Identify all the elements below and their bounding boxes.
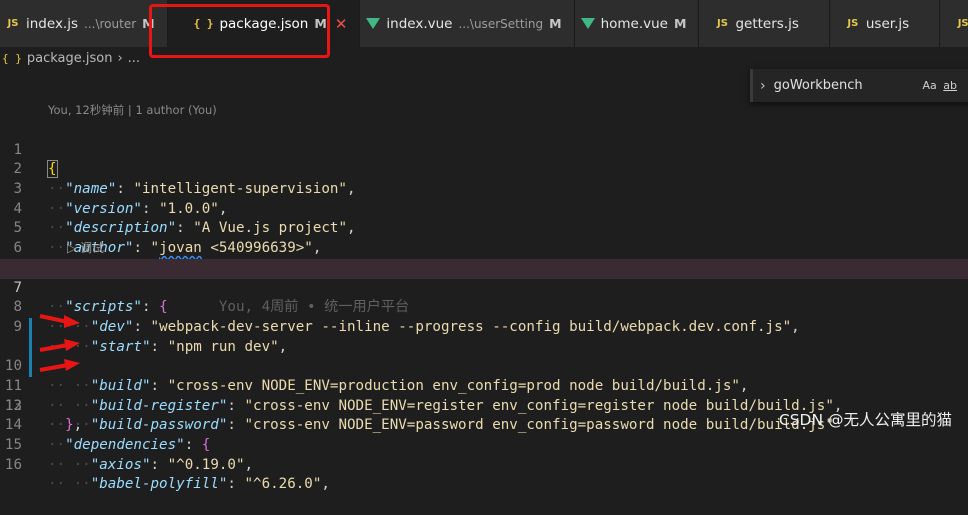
code-line: 11 ·· ··"build-register": "cross-env NOD… (0, 337, 968, 414)
tab-label: index.vue (386, 15, 453, 32)
code-line: 3 ··"version": "1.0.0", (0, 160, 968, 217)
code-line: 16 ·· ··"babel-polyfill": "^6.26.0", (0, 436, 968, 493)
find-options: Aa ab (923, 79, 958, 92)
json-file-icon: { } (2, 51, 22, 65)
code-editor[interactable]: 1 { 2 ··"name": "intelligent-supervision… (0, 121, 968, 493)
editor-tab-bar: JS index.js ...\router M { } package.jso… (0, 0, 968, 47)
find-input[interactable]: goWorkbench (774, 78, 863, 93)
tab-getters-js[interactable]: JS getters.js (699, 0, 830, 47)
tab-index-vue[interactable]: index.vue ...\userSetting M (360, 0, 575, 47)
code-line: 12 ·· ··"build-password": "cross-env NOD… (0, 357, 968, 433)
code-line: 10 ·· ··"build": "cross-env NODE_ENV=pro… (0, 317, 968, 394)
match-case-toggle[interactable]: Aa (923, 79, 937, 92)
json-key: "axios" (90, 456, 151, 473)
js-file-icon: JS (7, 18, 19, 29)
vue-file-icon (366, 18, 381, 29)
code-line: 8 ·· ··"dev": "webpack-dev-server --inli… (0, 279, 968, 335)
tab-label: index.js (26, 15, 79, 32)
code-line: 13 ··}, (0, 377, 968, 434)
tab-label: home.vue (600, 15, 668, 32)
code-line: 5 ··"author": "jovan <540996639>", (0, 200, 968, 256)
close-icon[interactable]: ✕ (335, 15, 348, 33)
find-widget: › goWorkbench Aa ab (750, 69, 968, 102)
breadcrumb-separator: › (117, 50, 123, 66)
modified-indicator: M (673, 16, 687, 31)
code-line: 4 ··"description": "A Vue.js project", (0, 180, 968, 237)
breadcrumb-file[interactable]: package.json (27, 51, 113, 66)
modified-indicator: M (549, 16, 562, 31)
js-file-icon: JS (847, 18, 859, 29)
codelens-author[interactable]: You, 12秒钟前 | 1 author (You) (48, 102, 217, 118)
code-line: 6 ··"private": true, (0, 219, 968, 276)
chevron-right-icon[interactable]: › (760, 78, 766, 94)
debug-codelens[interactable]: ▷ 调试 (0, 239, 968, 259)
code-line: 9 ·· ··"start": "npm run dev", (0, 298, 968, 355)
git-modified-gutter[interactable] (29, 337, 32, 358)
code-line: 2 ··"name": "intelligent-supervision", (0, 141, 968, 197)
tab-overflow[interactable]: JS c (940, 0, 968, 47)
js-file-icon: JS (716, 18, 728, 29)
code-line-current: 7 ··"scripts": { You, 4周前 • 统一用户平台 (0, 258, 968, 315)
vue-file-icon (580, 18, 595, 29)
git-modified-gutter[interactable] (29, 317, 32, 338)
git-modified-gutter[interactable] (29, 357, 32, 377)
breadcrumb-more[interactable]: ... (128, 51, 140, 66)
tab-description: ...\userSetting (458, 16, 544, 31)
json-key: "babel-polyfill" (90, 476, 228, 493)
match-whole-word-toggle[interactable]: ab (943, 79, 957, 92)
code-line: 1 { (0, 121, 968, 179)
tab-user-js[interactable]: JS user.js (829, 0, 941, 47)
breadcrumb: { } package.json › ... (0, 47, 968, 69)
tab-description: ...\router (84, 16, 137, 31)
tab-label: getters.js (735, 15, 799, 32)
tab-index-js[interactable]: JS index.js ...\router M (0, 0, 168, 47)
json-value: "^6.26.0" (244, 476, 322, 493)
line-number: 16 (4, 456, 22, 473)
json-value: "^0.19.0" (167, 456, 245, 473)
js-file-icon: JS (957, 18, 968, 29)
tab-label: user.js (865, 15, 910, 32)
tab-home-vue[interactable]: home.vue M (574, 0, 700, 47)
watermark: CSDN @无人公寓里的猫 (778, 411, 952, 429)
